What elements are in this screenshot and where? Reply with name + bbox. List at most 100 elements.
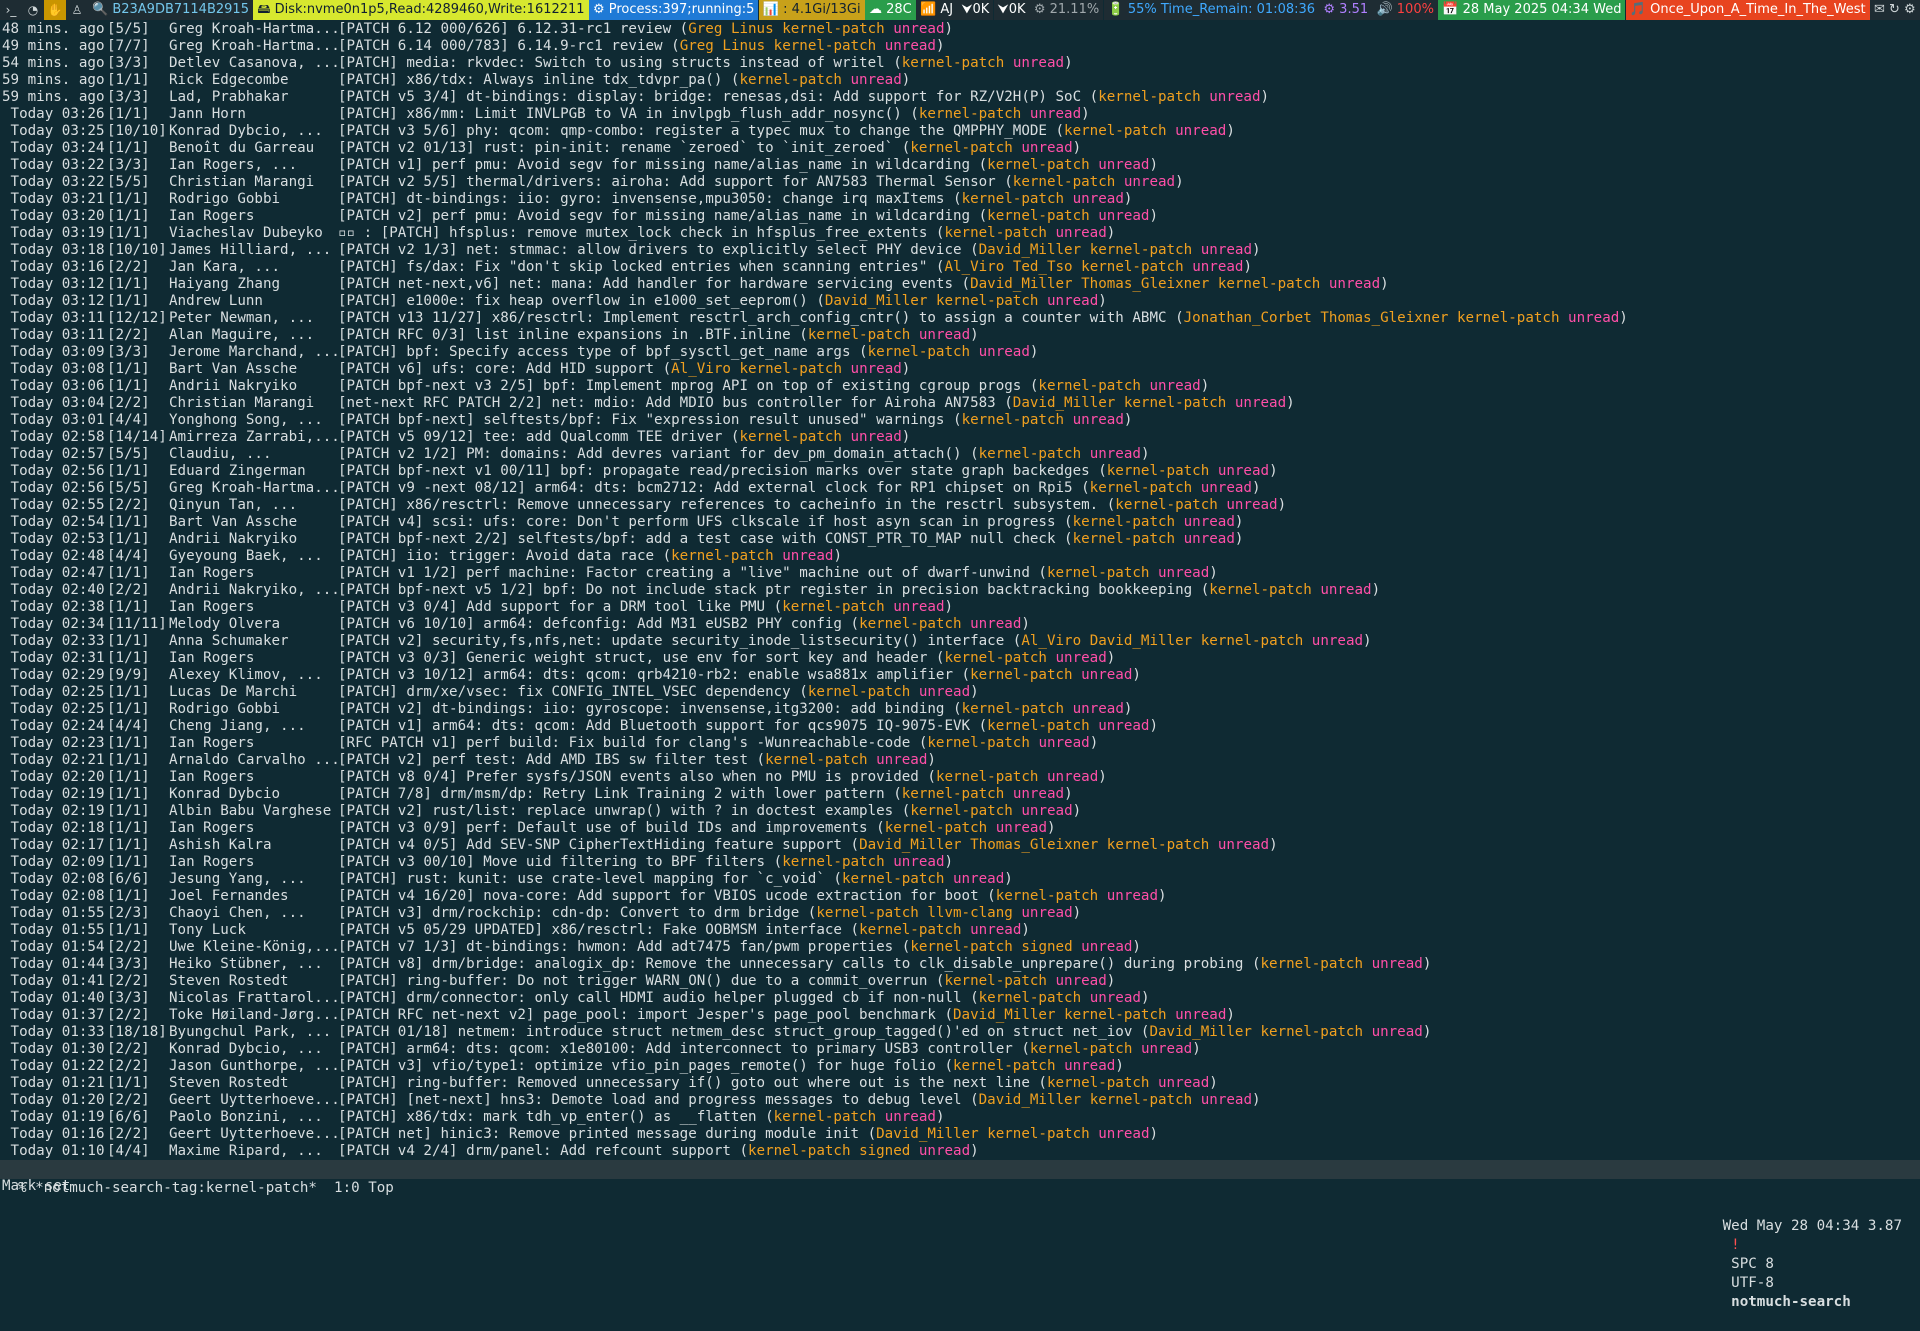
message-row[interactable]: 59 mins. ago[1/1]Rick Edgecombe[PATCH] x… bbox=[0, 72, 1920, 89]
message-row[interactable]: Today 03:04[2/2]Christian Marangi[net-ne… bbox=[0, 395, 1920, 412]
message-row[interactable]: Today 03:09[3/3]Jerome Marchand, ...[PAT… bbox=[0, 344, 1920, 361]
message-row[interactable]: Today 03:24[1/1]Benoît du Garreau[PATCH … bbox=[0, 140, 1920, 157]
message-row[interactable]: 59 mins. ago[3/3]Lad, Prabhakar[PATCH v5… bbox=[0, 89, 1920, 106]
message-subject: [PATCH v7 1/3] dt-bindings: hwmon: Add a… bbox=[338, 939, 893, 955]
message-row[interactable]: Today 02:55[2/2]Qinyun Tan, ...[PATCH] x… bbox=[0, 497, 1920, 514]
message-row[interactable]: Today 02:25[1/1]Rodrigo Gobbi[PATCH v2] … bbox=[0, 701, 1920, 718]
circle-icon[interactable]: ◔ bbox=[22, 0, 44, 20]
message-row[interactable]: Today 02:08[1/1]Joel Fernandes[PATCH v4 … bbox=[0, 888, 1920, 905]
message-row[interactable]: Today 02:31[1/1]Ian Rogers[PATCH v3 0/3]… bbox=[0, 650, 1920, 667]
message-row[interactable]: Today 02:47[1/1]Ian Rogers[PATCH v1 1/2]… bbox=[0, 565, 1920, 582]
message-row[interactable]: Today 02:56[5/5]Greg Kroah-Hartma...[PAT… bbox=[0, 480, 1920, 497]
status-up: ⮟0K bbox=[994, 0, 1030, 20]
message-row[interactable]: Today 01:54[2/2]Uwe Kleine-König,...[PAT… bbox=[0, 939, 1920, 956]
message-row[interactable]: Today 02:20[1/1]Ian Rogers[PATCH v8 0/4]… bbox=[0, 769, 1920, 786]
message-row[interactable]: Today 02:19[1/1]Albin Babu Varghese[PATC… bbox=[0, 803, 1920, 820]
message-row[interactable]: Today 03:01[4/4]Yonghong Song, ...[PATCH… bbox=[0, 412, 1920, 429]
message-row[interactable]: Today 02:08[6/6]Jesung Yang, ...[PATCH] … bbox=[0, 871, 1920, 888]
message-subject: [PATCH] x86/resctrl: Remove unnecessary … bbox=[338, 497, 1098, 513]
unread-tag: unread bbox=[1141, 1041, 1192, 1057]
message-date: Today 02:56 bbox=[2, 480, 105, 497]
message-subject: [PATCH v2 1/3] net: stmmac: allow driver… bbox=[338, 242, 962, 258]
message-row[interactable]: Today 02:33[1/1]Anna Schumaker[PATCH v2]… bbox=[0, 633, 1920, 650]
message-subject-line: [PATCH v4 16/20] nova-core: Add support … bbox=[338, 888, 1167, 905]
message-row[interactable]: Today 03:22[5/5]Christian Marangi[PATCH … bbox=[0, 174, 1920, 191]
message-row[interactable]: Today 02:57[5/5]Claudiu, ...[PATCH v2 1/… bbox=[0, 446, 1920, 463]
message-row[interactable]: Today 03:21[1/1]Rodrigo Gobbi[PATCH] dt-… bbox=[0, 191, 1920, 208]
message-row[interactable]: Today 03:08[1/1]Bart Van Assche[PATCH v6… bbox=[0, 361, 1920, 378]
message-row[interactable]: Today 03:12[1/1]Andrew Lunn[PATCH] e1000… bbox=[0, 293, 1920, 310]
message-row[interactable]: Today 03:11[12/12]Peter Newman, ...[PATC… bbox=[0, 310, 1920, 327]
message-row[interactable]: Today 01:30[2/2]Konrad Dybcio, ...[PATCH… bbox=[0, 1041, 1920, 1058]
message-row[interactable]: Today 02:25[1/1]Lucas De Marchi[PATCH] d… bbox=[0, 684, 1920, 701]
message-row[interactable]: Today 02:21[1/1]Arnaldo Carvalho ...[PAT… bbox=[0, 752, 1920, 769]
message-row[interactable]: Today 02:19[1/1]Konrad Dybcio[PATCH 7/8]… bbox=[0, 786, 1920, 803]
message-row[interactable]: Today 01:22[2/2]Jason Gunthorpe, ...[PAT… bbox=[0, 1058, 1920, 1075]
message-date: Today 02:56 bbox=[2, 463, 105, 480]
message-row[interactable]: Today 01:55[2/3]Chaoyi Chen, ...[PATCH v… bbox=[0, 905, 1920, 922]
message-tag: David_Miller bbox=[1149, 1024, 1252, 1040]
unread-tag: unread bbox=[1073, 701, 1124, 717]
hand-icon[interactable]: ✋ bbox=[44, 0, 66, 20]
unread-tag: unread bbox=[1312, 633, 1363, 649]
message-row[interactable]: Today 01:16[2/2]Geert Uytterhoeve...[PAT… bbox=[0, 1126, 1920, 1143]
message-row[interactable]: Today 03:06[1/1]Andrii Nakryiko[PATCH bp… bbox=[0, 378, 1920, 395]
message-subject-line: [PATCH v2] perf pmu: Avoid segv for miss… bbox=[338, 208, 1158, 225]
message-row[interactable]: Today 03:22[3/3]Ian Rogers, ...[PATCH v1… bbox=[0, 157, 1920, 174]
message-row[interactable]: Today 02:40[2/2]Andrii Nakryiko, ...[PAT… bbox=[0, 582, 1920, 599]
message-row[interactable]: Today 02:09[1/1]Ian Rogers[PATCH v3 00/1… bbox=[0, 854, 1920, 871]
buffer-name: % *notmuch-search-tag:kernel-patch* 1:0 … bbox=[18, 1179, 394, 1198]
message-row[interactable]: Today 03:25[10/10]Konrad Dybcio, ...[PAT… bbox=[0, 123, 1920, 140]
unread-tag: unread bbox=[1021, 140, 1072, 156]
message-row[interactable]: 54 mins. ago[3/3]Detlev Casanova, ...[PA… bbox=[0, 55, 1920, 72]
message-row[interactable]: Today 03:18[10/10]James Hilliard, ...[PA… bbox=[0, 242, 1920, 259]
message-row[interactable]: Today 01:44[3/3]Heiko Stübner, ...[PATCH… bbox=[0, 956, 1920, 973]
message-row[interactable]: Today 03:11[2/2]Alan Maguire, ...[PATCH … bbox=[0, 327, 1920, 344]
message-row[interactable]: Today 03:16[2/2]Jan Kara, ...[PATCH] fs/… bbox=[0, 259, 1920, 276]
message-subject: [PATCH] dt-bindings: iio: gyro: invensen… bbox=[338, 191, 944, 207]
message-row[interactable]: Today 02:48[4/4]Gyeyoung Baek, ...[PATCH… bbox=[0, 548, 1920, 565]
message-date: Today 02:24 bbox=[2, 718, 105, 735]
message-date: Today 02:18 bbox=[2, 820, 105, 837]
message-row[interactable]: Today 01:55[1/1]Tony Luck[PATCH v5 05/29… bbox=[0, 922, 1920, 939]
message-row[interactable]: Today 01:40[3/3]Nicolas Frattarol...[PAT… bbox=[0, 990, 1920, 1007]
message-row[interactable]: Today 01:21[1/1]Steven Rostedt[PATCH] ri… bbox=[0, 1075, 1920, 1092]
message-row[interactable]: Today 01:37[2/2]Toke Høiland-Jørg...[PAT… bbox=[0, 1007, 1920, 1024]
message-row[interactable]: Today 01:20[2/2]Geert Uytterhoeve...[PAT… bbox=[0, 1092, 1920, 1109]
message-tag: kernel-patch bbox=[1209, 582, 1312, 598]
message-row[interactable]: Today 01:10[4/4]Maxime Ripard, ...[PATCH… bbox=[0, 1143, 1920, 1160]
message-row[interactable]: Today 02:38[1/1]Ian Rogers[PATCH v3 0/4]… bbox=[0, 599, 1920, 616]
message-tag: kernel-patch bbox=[910, 140, 1013, 156]
message-date: Today 02:25 bbox=[2, 684, 105, 701]
echo-area: Mark set bbox=[2, 1177, 70, 1195]
message-subject: [PATCH v5 09/12] tee: add Qualcomm TEE d… bbox=[338, 429, 722, 445]
message-row[interactable]: Today 02:18[1/1]Ian Rogers[PATCH v3 0/9]… bbox=[0, 820, 1920, 837]
message-row[interactable]: Today 02:53[1/1]Andrii Nakryiko[PATCH bp… bbox=[0, 531, 1920, 548]
message-row[interactable]: 48 mins. ago[5/5]Greg Kroah-Hartma...[PA… bbox=[0, 21, 1920, 38]
message-row[interactable]: Today 03:20[1/1]Ian Rogers[PATCH v2] per… bbox=[0, 208, 1920, 225]
message-row[interactable]: Today 02:23[1/1]Ian Rogers[RFC PATCH v1]… bbox=[0, 735, 1920, 752]
message-row[interactable]: Today 03:26[1/1]Jann Horn[PATCH] x86/mm:… bbox=[0, 106, 1920, 123]
message-row[interactable]: Today 01:19[6/6]Paolo Bonzini, ...[PATCH… bbox=[0, 1109, 1920, 1126]
message-tag: kernel-patch bbox=[1124, 395, 1227, 411]
message-row[interactable]: Today 01:33[18/18]Byungchul Park, ...[PA… bbox=[0, 1024, 1920, 1041]
penguin-icon[interactable]: ♙ bbox=[66, 0, 88, 20]
message-author: Geert Uytterhoeve... bbox=[169, 1126, 340, 1143]
unread-tag: unread bbox=[1192, 259, 1243, 275]
message-row[interactable]: Today 02:56[1/1]Eduard Zingerman[PATCH b… bbox=[0, 463, 1920, 480]
message-subject: [PATCH] iio: trigger: Avoid data race bbox=[338, 548, 654, 564]
terminal-icon[interactable]: ›_ bbox=[0, 0, 22, 20]
unread-tag: unread bbox=[1081, 667, 1132, 683]
message-row[interactable]: Today 02:17[1/1]Ashish Kalra[PATCH v4 0/… bbox=[0, 837, 1920, 854]
message-row[interactable]: Today 02:54[1/1]Bart Van Assche[PATCH v4… bbox=[0, 514, 1920, 531]
message-row[interactable]: 49 mins. ago[7/7]Greg Kroah-Hartma...[PA… bbox=[0, 38, 1920, 55]
message-row[interactable]: Today 02:24[4/4]Cheng Jiang, ...[PATCH v… bbox=[0, 718, 1920, 735]
message-count: [1/1] bbox=[107, 378, 150, 395]
message-row[interactable]: Today 02:29[9/9]Alexey Klimov, ...[PATCH… bbox=[0, 667, 1920, 684]
message-row[interactable]: Today 03:12[1/1]Haiyang Zhang[PATCH net-… bbox=[0, 276, 1920, 293]
message-tag: kernel-patch bbox=[987, 157, 1090, 173]
message-row[interactable]: Today 01:41[2/2]Steven Rostedt[PATCH] ri… bbox=[0, 973, 1920, 990]
message-row[interactable]: Today 02:34[11/11]Melody Olvera[PATCH v6… bbox=[0, 616, 1920, 633]
message-row[interactable]: Today 03:19[1/1]Viacheslav Dubeyko▫▫ : [… bbox=[0, 225, 1920, 242]
message-row[interactable]: Today 02:58[14/14]Amirreza Zarrabi,...[P… bbox=[0, 429, 1920, 446]
